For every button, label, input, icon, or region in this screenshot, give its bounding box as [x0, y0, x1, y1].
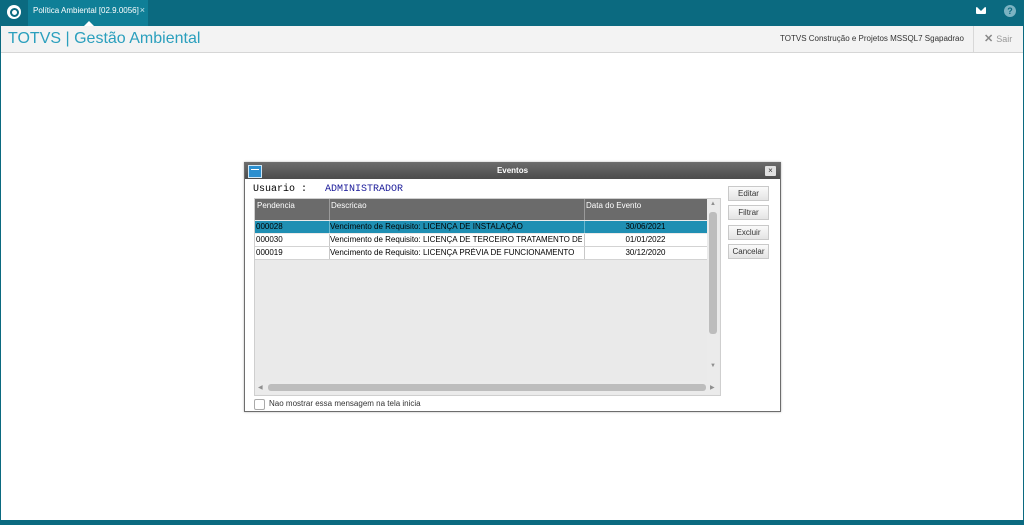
column-separator	[584, 199, 585, 220]
app-title: TOTVS | Gestão Ambiental	[8, 30, 201, 47]
tab-politica-ambiental[interactable]: Política Ambiental [02.9.0056] ×	[28, 0, 148, 26]
close-icon: ✕	[984, 33, 994, 45]
scroll-up-icon[interactable]: ▲	[710, 201, 716, 207]
cell-pendencia: 000019	[256, 248, 283, 257]
filtrar-button[interactable]: Filtrar	[728, 205, 769, 220]
excluir-button[interactable]: Excluir	[728, 225, 769, 240]
editar-button[interactable]: Editar	[728, 186, 769, 201]
dialog-titlebar[interactable]: Eventos ×	[245, 163, 780, 179]
mail-icon[interactable]	[976, 7, 986, 14]
exit-label: Sair	[996, 34, 1013, 44]
exit-button[interactable]: ✕ Sair	[984, 32, 1012, 45]
cell-descricao: Vencimento de Requisito: LICENÇA DE INST…	[330, 222, 523, 231]
table-row[interactable]: 000028 Vencimento de Requisito: LICENÇA …	[255, 221, 707, 233]
events-grid: Pendencia Descricao Data do Evento 00002…	[254, 198, 721, 396]
dont-show-checkbox[interactable]	[254, 399, 265, 410]
dialog-title: Eventos	[496, 166, 529, 175]
totvs-logo-icon[interactable]	[7, 5, 21, 19]
events-dialog: Eventos × Usuario : ADMINISTRADOR Penden…	[244, 162, 781, 412]
cell-data: 01/01/2022	[625, 235, 666, 244]
company-info: TOTVS Construção e Projetos MSSQL7 Sgapa…	[780, 34, 964, 43]
dialog-close-button[interactable]: ×	[765, 166, 776, 176]
vertical-scrollbar[interactable]: ▲ ▼	[707, 199, 719, 381]
vertical-scroll-thumb[interactable]	[709, 212, 717, 334]
column-separator	[329, 199, 330, 220]
column-header-data-evento[interactable]: Data do Evento	[586, 201, 641, 210]
cell-separator	[584, 234, 585, 246]
grid-header: Pendencia Descricao Data do Evento	[255, 199, 707, 220]
cell-data: 30/06/2021	[625, 222, 666, 231]
tab-close-icon[interactable]: ×	[140, 5, 145, 15]
dont-show-label: Nao mostrar essa mensagem na tela inicia	[269, 399, 421, 408]
scroll-down-icon[interactable]: ▼	[710, 363, 716, 369]
cell-separator	[584, 247, 585, 259]
cell-data: 30/12/2020	[625, 248, 666, 257]
table-row[interactable]: 000019 Vencimento de Requisito: LICENÇA …	[255, 247, 707, 260]
cell-descricao: Vencimento de Requisito: LICENÇA DE TERC…	[330, 235, 582, 244]
app-header: TOTVS | Gestão Ambiental TOTVS Construçã…	[1, 26, 1023, 53]
table-row[interactable]: 000030 Vencimento de Requisito: LICENÇA …	[255, 234, 707, 247]
cell-descricao: Vencimento de Requisito: LICENÇA PRÉVIA …	[330, 248, 575, 257]
top-bar: Política Ambiental [02.9.0056] × ?	[0, 0, 1024, 26]
scroll-right-icon[interactable]: ▶	[710, 384, 715, 391]
column-header-pendencia[interactable]: Pendencia	[257, 201, 295, 210]
column-header-descricao[interactable]: Descricao	[331, 201, 367, 210]
tab-label: Política Ambiental [02.9.0056]	[33, 6, 139, 15]
horizontal-scroll-thumb[interactable]	[268, 384, 706, 391]
cell-separator	[584, 221, 585, 233]
scroll-left-icon[interactable]: ◀	[258, 384, 263, 391]
cell-pendencia: 000028	[256, 222, 283, 231]
help-icon[interactable]: ?	[1004, 5, 1016, 17]
header-divider	[973, 26, 974, 52]
horizontal-scrollbar[interactable]: ◀ ▶	[255, 381, 719, 394]
user-line: Usuario : ADMINISTRADOR	[253, 184, 403, 195]
user-value: ADMINISTRADOR	[325, 184, 404, 195]
user-label: Usuario :	[253, 184, 308, 195]
cell-pendencia: 000030	[256, 235, 283, 244]
cancelar-button[interactable]: Cancelar	[728, 244, 769, 259]
